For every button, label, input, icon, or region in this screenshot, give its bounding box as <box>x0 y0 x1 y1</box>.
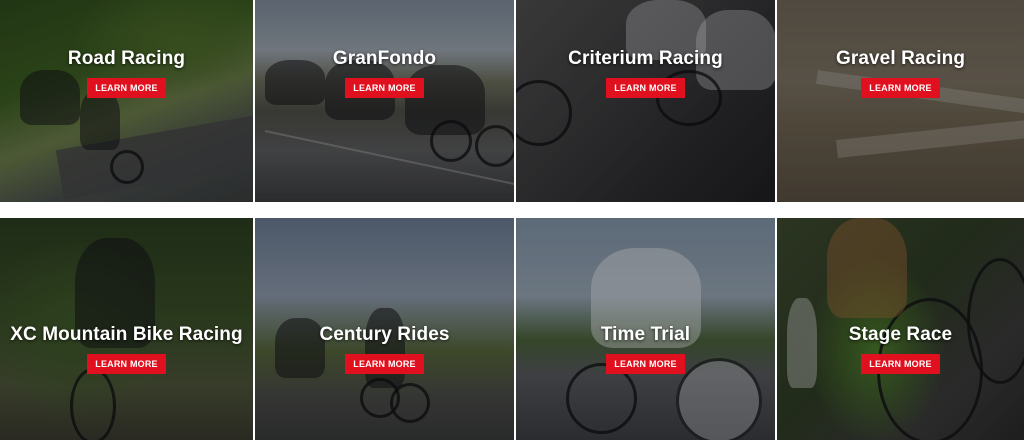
tile-caption: XC Mountain Bike Racing LEARN MORE <box>0 324 253 374</box>
learn-more-button[interactable]: LEARN MORE <box>87 354 166 374</box>
learn-more-button[interactable]: LEARN MORE <box>861 354 940 374</box>
learn-more-button[interactable]: LEARN MORE <box>87 78 166 98</box>
discipline-row-top: Road Racing LEARN MORE GranFondo LEARN M… <box>0 0 1024 202</box>
learn-more-button[interactable]: LEARN MORE <box>606 354 685 374</box>
tile-time-trial[interactable]: Time Trial LEARN MORE <box>516 218 777 440</box>
learn-more-button[interactable]: LEARN MORE <box>606 78 685 98</box>
tile-title: Criterium Racing <box>568 48 723 69</box>
learn-more-button[interactable]: LEARN MORE <box>345 354 424 374</box>
discipline-row-bottom: XC Mountain Bike Racing LEARN MORE Centu… <box>0 218 1024 440</box>
tile-title: Time Trial <box>600 324 691 345</box>
tile-title: Gravel Racing <box>835 48 966 69</box>
tile-title: GranFondo <box>332 48 437 69</box>
tile-caption: GranFondo LEARN MORE <box>255 48 514 98</box>
tile-gravel-racing[interactable]: Gravel Racing LEARN MORE <box>777 0 1024 202</box>
tile-overlay <box>255 0 514 202</box>
tile-caption: Century Rides LEARN MORE <box>255 324 514 374</box>
tile-caption: Road Racing LEARN MORE <box>0 48 253 98</box>
tile-xc-mountain-bike-racing[interactable]: XC Mountain Bike Racing LEARN MORE <box>0 218 255 440</box>
tile-century-rides[interactable]: Century Rides LEARN MORE <box>255 218 516 440</box>
learn-more-button[interactable]: LEARN MORE <box>345 78 424 98</box>
discipline-grid: Road Racing LEARN MORE GranFondo LEARN M… <box>0 0 1024 440</box>
tile-overlay <box>777 0 1024 202</box>
tile-overlay <box>516 0 775 202</box>
tile-caption: Stage Race LEARN MORE <box>777 324 1024 374</box>
tile-caption: Gravel Racing LEARN MORE <box>777 48 1024 98</box>
tile-granfondo[interactable]: GranFondo LEARN MORE <box>255 0 516 202</box>
tile-title: Century Rides <box>319 324 450 345</box>
tile-criterium-racing[interactable]: Criterium Racing LEARN MORE <box>516 0 777 202</box>
tile-title: Road Racing <box>67 48 186 69</box>
tile-caption: Time Trial LEARN MORE <box>516 324 775 374</box>
tile-caption: Criterium Racing LEARN MORE <box>516 48 775 98</box>
tile-title: XC Mountain Bike Racing <box>10 324 243 345</box>
learn-more-button[interactable]: LEARN MORE <box>861 78 940 98</box>
tile-title: Stage Race <box>848 324 953 345</box>
tile-road-racing[interactable]: Road Racing LEARN MORE <box>0 0 255 202</box>
tile-stage-race[interactable]: Stage Race LEARN MORE <box>777 218 1024 440</box>
tile-overlay <box>0 0 253 202</box>
